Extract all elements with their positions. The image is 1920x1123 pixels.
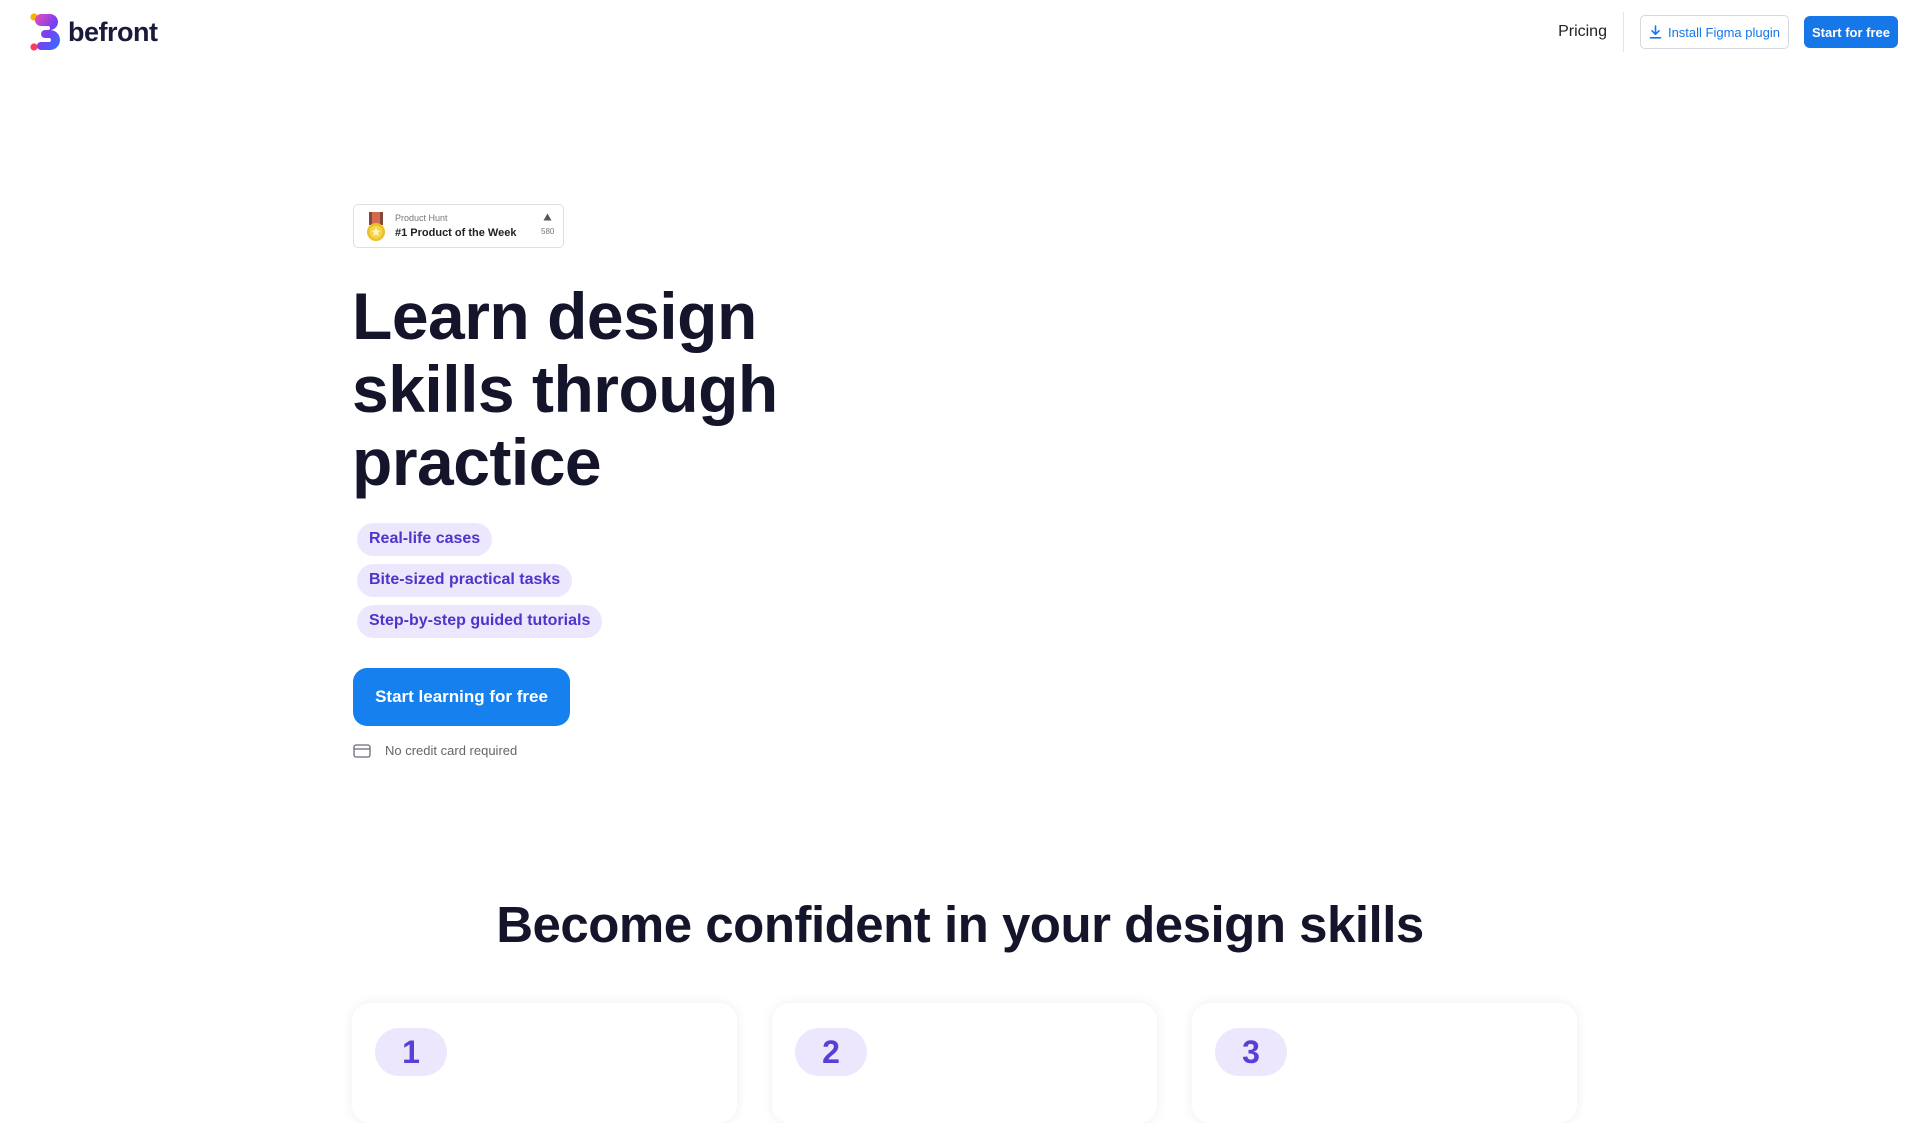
start-for-free-button[interactable]: Start for free — [1803, 16, 1898, 48]
logo-icon — [30, 13, 60, 51]
feature-chip: Bite-sized practical tasks — [357, 564, 573, 597]
logo[interactable]: befront — [30, 13, 158, 51]
install-figma-plugin-label: Install Figma plugin — [1667, 24, 1780, 40]
credit-card-icon — [353, 743, 371, 758]
step-number-badge: 3 — [1215, 1028, 1287, 1076]
install-figma-plugin-button[interactable]: Install Figma plugin — [1639, 15, 1789, 49]
step-number-badge: 2 — [795, 1028, 867, 1076]
top-nav: Pricing Install Figma plugin Start for f… — [1558, 12, 1898, 52]
step-card: 1 — [352, 1003, 737, 1123]
nav-divider — [1622, 12, 1624, 52]
no-credit-card-note: No credit card required — [353, 743, 517, 758]
feature-chip: Real-life cases — [357, 523, 493, 556]
product-hunt-badge[interactable]: Product Hunt #1 Product of the Week 580 — [353, 204, 564, 248]
download-icon — [1649, 25, 1662, 39]
hero-title-line: Learn design — [352, 279, 757, 353]
logo-text: befront — [68, 16, 158, 47]
step-number-badge: 1 — [375, 1028, 447, 1076]
medal-icon — [367, 212, 385, 241]
triangle-up-icon — [543, 213, 552, 221]
product-hunt-upvotes: 580 — [541, 227, 555, 236]
step-card: 2 — [772, 1003, 1157, 1123]
product-hunt-title: #1 Product of the Week — [395, 227, 517, 239]
feature-chips: Real-life cases Bite-sized practical tas… — [357, 523, 603, 646]
no-credit-card-text: No credit card required — [385, 743, 518, 758]
start-learning-button[interactable]: Start learning for free — [353, 668, 570, 726]
hero-title-line: skills through — [352, 352, 778, 426]
hero-title: Learn design skills through practice — [352, 280, 872, 499]
nav-pricing-link[interactable]: Pricing — [1558, 23, 1607, 41]
feature-chip: Step-by-step guided tutorials — [357, 605, 603, 638]
product-hunt-subtitle: Product Hunt — [395, 213, 448, 223]
site-header: befront Pricing Install Figma plugin Sta… — [0, 0, 1920, 64]
step-card: 3 — [1192, 1003, 1577, 1123]
hero-title-line: practice — [352, 425, 602, 499]
section-title: Become confident in your design skills — [496, 896, 1424, 953]
